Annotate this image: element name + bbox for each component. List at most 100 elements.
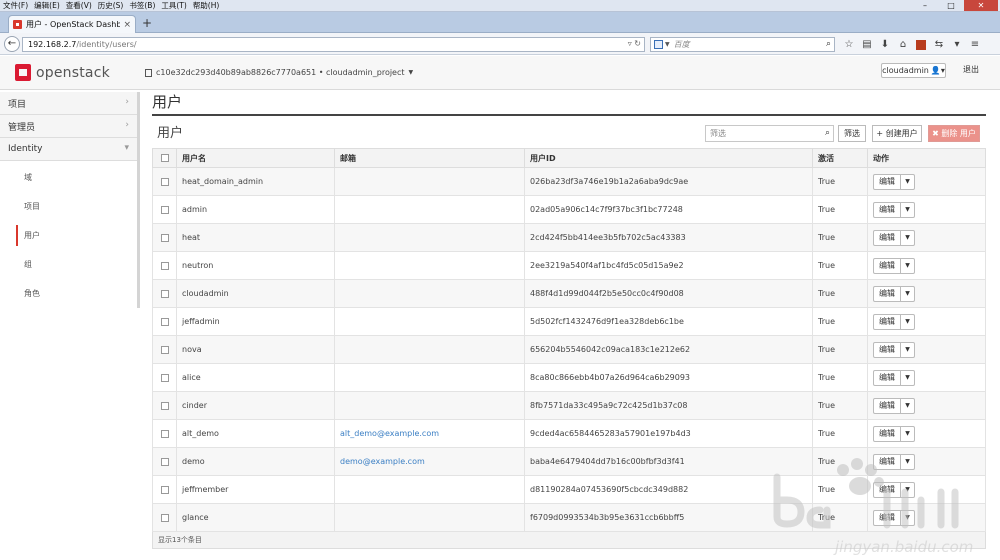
- close-window-icon[interactable]: ✕: [964, 0, 998, 11]
- edit-user-button[interactable]: 编辑: [874, 203, 900, 217]
- search-bar[interactable]: ▼ 百度 ⌕: [650, 37, 835, 52]
- user-name-cell[interactable]: glance: [176, 503, 335, 532]
- row-checkbox[interactable]: [161, 401, 169, 410]
- sidebar-category-identity[interactable]: Identity ▾: [0, 138, 137, 161]
- chevron-down-icon[interactable]: ▼: [900, 426, 914, 441]
- row-checkbox[interactable]: [161, 513, 169, 522]
- create-user-button[interactable]: + 创建用户: [872, 125, 922, 142]
- row-checkbox[interactable]: [161, 373, 169, 382]
- menu-bookmarks[interactable]: 书签(B): [129, 0, 155, 11]
- user-email-cell[interactable]: [334, 475, 525, 504]
- edit-user-button[interactable]: 编辑: [874, 231, 900, 245]
- chevron-down-icon[interactable]: ▼: [900, 314, 914, 329]
- delete-users-button[interactable]: ✖ 删除 用户: [928, 125, 980, 142]
- search-icon[interactable]: ⌕: [825, 128, 830, 138]
- edit-user-button[interactable]: 编辑: [874, 371, 900, 385]
- edit-user-button[interactable]: 编辑: [874, 511, 900, 525]
- sidebar-item-users[interactable]: 用户: [0, 221, 137, 250]
- user-name-cell[interactable]: jeffmember: [176, 475, 335, 504]
- user-email-cell[interactable]: alt_demo@example.com: [334, 419, 525, 448]
- menu-history[interactable]: 历史(S): [98, 0, 124, 11]
- user-email-cell[interactable]: [334, 363, 525, 392]
- user-name-cell[interactable]: admin: [176, 195, 335, 224]
- menu-icon[interactable]: ≡: [966, 39, 984, 50]
- menu-file[interactable]: 文件(F): [3, 0, 28, 11]
- user-name-cell[interactable]: alt_demo: [176, 419, 335, 448]
- column-header-username[interactable]: 用户名: [176, 148, 335, 168]
- chevron-down-icon[interactable]: ▼: [900, 202, 914, 217]
- row-checkbox[interactable]: [161, 345, 169, 354]
- row-checkbox[interactable]: [161, 317, 169, 326]
- chevron-down-icon[interactable]: ▼: [900, 230, 914, 245]
- user-email-cell[interactable]: [334, 167, 525, 196]
- user-email-cell[interactable]: demo@example.com: [334, 447, 525, 476]
- reload-icon[interactable]: ▿ ↻: [628, 39, 641, 48]
- user-email-cell[interactable]: [334, 307, 525, 336]
- chevron-down-icon[interactable]: ▼: [900, 398, 914, 413]
- filter-button[interactable]: 筛选: [838, 125, 866, 142]
- menu-view[interactable]: 查看(V): [66, 0, 92, 11]
- browser-tab[interactable]: 用户 - OpenStack Dashb... ×: [8, 15, 136, 33]
- menu-tools[interactable]: 工具(T): [161, 0, 186, 11]
- row-checkbox[interactable]: [161, 261, 169, 270]
- column-header-email[interactable]: 邮箱: [334, 148, 525, 168]
- clipboard-icon[interactable]: ▤: [858, 39, 876, 50]
- user-name-cell[interactable]: demo: [176, 447, 335, 476]
- user-name-cell[interactable]: heat: [176, 223, 335, 252]
- user-email-cell[interactable]: [334, 391, 525, 420]
- user-email-cell[interactable]: [334, 279, 525, 308]
- openstack-logo[interactable]: openstack: [15, 64, 110, 81]
- select-all-checkbox[interactable]: [161, 154, 169, 162]
- home-icon[interactable]: ⌂: [894, 39, 912, 50]
- user-name-cell[interactable]: jeffadmin: [176, 307, 335, 336]
- chevron-down-icon[interactable]: ▼: [900, 482, 914, 497]
- row-checkbox[interactable]: [161, 205, 169, 214]
- sidebar-item-projects[interactable]: 项目: [0, 192, 137, 221]
- user-name-cell[interactable]: alice: [176, 363, 335, 392]
- user-email-cell[interactable]: [334, 223, 525, 252]
- chevron-down-icon[interactable]: ▼: [900, 370, 914, 385]
- row-checkbox[interactable]: [161, 485, 169, 494]
- maximize-icon[interactable]: □: [938, 0, 964, 11]
- close-tab-icon[interactable]: ×: [123, 20, 131, 30]
- chevron-down-icon[interactable]: ▼: [900, 342, 914, 357]
- edit-user-button[interactable]: 编辑: [874, 427, 900, 441]
- user-menu[interactable]: cloudadmin 👤▾: [881, 63, 946, 78]
- extension-icon[interactable]: [916, 39, 926, 50]
- row-checkbox[interactable]: [161, 457, 169, 466]
- user-name-cell[interactable]: cinder: [176, 391, 335, 420]
- new-tab-button[interactable]: +: [140, 17, 154, 31]
- edit-user-button[interactable]: 编辑: [874, 483, 900, 497]
- edit-user-button[interactable]: 编辑: [874, 287, 900, 301]
- logout-link[interactable]: 退出: [963, 64, 979, 75]
- sidebar-item-groups[interactable]: 组: [0, 250, 137, 279]
- row-checkbox[interactable]: [161, 233, 169, 242]
- user-email-cell[interactable]: [334, 251, 525, 280]
- sidebar-item-domains[interactable]: 域: [0, 163, 137, 192]
- translate-icon[interactable]: ⇆: [930, 39, 948, 50]
- menu-help[interactable]: 帮助(H): [193, 0, 220, 11]
- address-bar[interactable]: 192.168.2.7/identity/users/ ▿ ↻: [22, 37, 645, 52]
- edit-user-button[interactable]: 编辑: [874, 315, 900, 329]
- chevron-down-icon[interactable]: ▼: [900, 258, 914, 273]
- dropdown-icon[interactable]: ▾: [948, 39, 966, 50]
- row-checkbox[interactable]: [161, 177, 169, 186]
- column-header-enabled[interactable]: 激活: [812, 148, 868, 168]
- user-name-cell[interactable]: nova: [176, 335, 335, 364]
- sidebar-item-roles[interactable]: 角色: [0, 279, 137, 308]
- chevron-down-icon[interactable]: ▼: [900, 454, 914, 469]
- download-icon[interactable]: ⬇: [876, 39, 894, 50]
- user-email-cell[interactable]: [334, 195, 525, 224]
- search-engine-icon[interactable]: [654, 40, 663, 49]
- user-name-cell[interactable]: neutron: [176, 251, 335, 280]
- chevron-down-icon[interactable]: ▼: [900, 510, 914, 525]
- edit-user-button[interactable]: 编辑: [874, 175, 900, 189]
- menu-edit[interactable]: 编辑(E): [34, 0, 60, 11]
- bookmark-star-icon[interactable]: ☆: [840, 39, 858, 50]
- chevron-down-icon[interactable]: ▼: [900, 174, 914, 189]
- filter-input[interactable]: 筛选 ⌕: [705, 125, 834, 142]
- column-header-user-id[interactable]: 用户ID: [524, 148, 813, 168]
- chevron-down-icon[interactable]: ▼: [665, 41, 670, 48]
- user-name-cell[interactable]: cloudadmin: [176, 279, 335, 308]
- user-email-cell[interactable]: [334, 335, 525, 364]
